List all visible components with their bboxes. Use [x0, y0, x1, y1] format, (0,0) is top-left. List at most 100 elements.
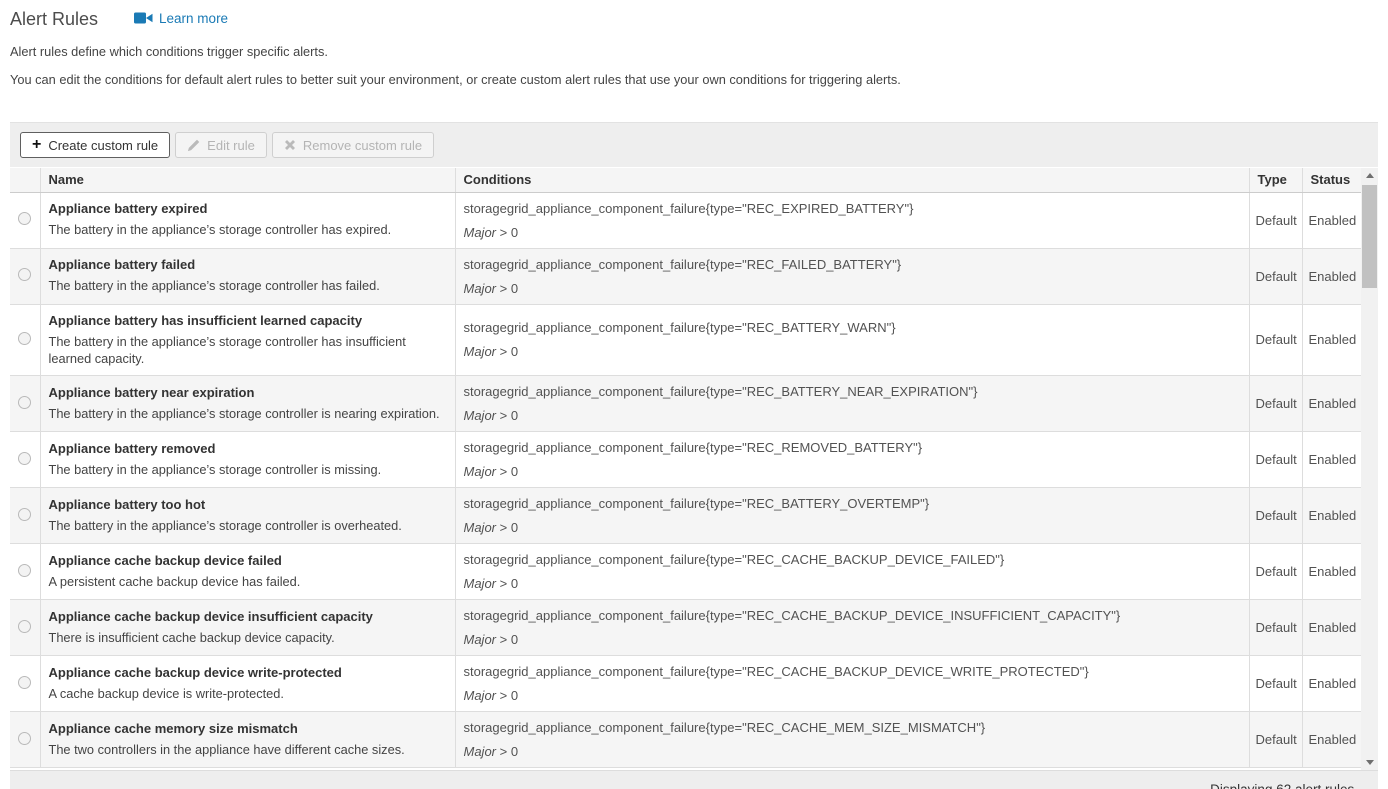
rule-select-radio[interactable]	[18, 507, 32, 521]
rule-name: Appliance cache memory size mismatch	[48, 720, 298, 736]
severity-label: Major	[463, 520, 497, 536]
table-row: Appliance battery too hot The battery in…	[10, 487, 1361, 545]
conditions-cell: storagegrid_appliance_component_failure{…	[455, 599, 1250, 657]
alert-rules-table: Name Conditions Type Status Appliance ba…	[10, 168, 1361, 770]
severity-label: Major	[463, 464, 497, 480]
page-description-1: Alert rules define which conditions trig…	[10, 44, 328, 59]
rule-condition-expression: storagegrid_appliance_component_failure{…	[463, 496, 930, 512]
table-row: Appliance cache backup device failed A p…	[10, 543, 1361, 601]
rule-type: Default	[1249, 711, 1303, 769]
table-scrollbar[interactable]	[1361, 168, 1378, 770]
remove-custom-rule-button[interactable]: Remove custom rule	[271, 132, 435, 158]
rule-condition-expression: storagegrid_appliance_component_failure{…	[463, 608, 1121, 624]
severity-threshold: > 0	[499, 280, 519, 296]
severity-label: Major	[463, 744, 497, 760]
learn-more-label: Learn more	[159, 10, 229, 26]
radio-column-header	[10, 168, 41, 193]
toolbar: + Create custom rule Edit rule Remove cu…	[10, 123, 1378, 167]
rule-name: Appliance battery removed	[48, 440, 216, 456]
rule-select-radio[interactable]	[18, 731, 32, 745]
radio-cell	[10, 192, 41, 249]
rule-name: Appliance cache backup device insufficie…	[48, 608, 373, 624]
severity-label: Major	[463, 224, 497, 240]
radio-cell	[10, 543, 41, 601]
page-description-2: You can edit the conditions for default …	[10, 72, 901, 87]
table-row: Appliance battery near expiration The ba…	[10, 375, 1361, 433]
rule-select-radio[interactable]	[18, 451, 32, 465]
radio-cell	[10, 599, 41, 657]
rule-select-radio[interactable]	[18, 675, 32, 689]
rule-description: The two controllers in the appliance hav…	[48, 741, 405, 757]
rule-select-radio[interactable]	[18, 563, 32, 577]
scroll-up-icon[interactable]	[1361, 168, 1378, 183]
radio-cell	[10, 304, 41, 377]
rule-name: Appliance battery too hot	[48, 496, 206, 512]
rule-select-radio[interactable]	[18, 619, 32, 633]
name-cell: Appliance cache backup device insufficie…	[40, 599, 456, 657]
rule-severity-line: Major > 0	[464, 744, 1241, 759]
scroll-down-icon[interactable]	[1361, 755, 1378, 770]
learn-more-link[interactable]: Learn more	[134, 11, 228, 26]
name-cell: Appliance battery too hot The battery in…	[40, 487, 456, 545]
table-row: Appliance cache memory size mismatch The…	[10, 711, 1361, 769]
rule-description: The battery in the appliance’s storage c…	[48, 278, 380, 294]
rule-status: Enabled	[1302, 543, 1361, 601]
conditions-column-header: Conditions	[455, 168, 1250, 193]
rule-status: Enabled	[1302, 248, 1361, 305]
table-row: Appliance battery expired The battery in…	[10, 192, 1361, 249]
conditions-cell: storagegrid_appliance_component_failure{…	[455, 375, 1250, 433]
conditions-cell: storagegrid_appliance_component_failure{…	[455, 487, 1250, 545]
rule-description: The battery in the appliance’s storage c…	[48, 405, 440, 421]
create-custom-rule-button[interactable]: + Create custom rule	[20, 132, 171, 158]
remove-custom-rule-label: Remove custom rule	[302, 137, 423, 153]
severity-label: Major	[463, 688, 497, 704]
rule-type: Default	[1249, 192, 1303, 249]
rule-name: Appliance battery near expiration	[48, 384, 255, 400]
name-cell: Appliance battery failed The battery in …	[40, 248, 456, 305]
rule-condition-expression: storagegrid_appliance_component_failure{…	[463, 384, 978, 400]
scrollbar-thumb[interactable]	[1362, 185, 1377, 288]
table-header-row: Name Conditions Type Status	[10, 168, 1361, 193]
severity-threshold: > 0	[499, 688, 519, 704]
name-cell: Appliance cache backup device write-prot…	[40, 655, 456, 713]
rule-condition-expression: storagegrid_appliance_component_failure{…	[463, 720, 986, 736]
name-cell: Appliance battery near expiration The ba…	[40, 375, 456, 433]
rule-name: Appliance battery failed	[48, 257, 196, 273]
rule-select-radio[interactable]	[18, 331, 32, 345]
page-header: Alert Rules Learn more Alert rules defin…	[0, 0, 1388, 87]
rule-name: Appliance battery has insufficient learn…	[48, 312, 363, 328]
name-cell: Appliance battery removed The battery in…	[40, 431, 456, 489]
page-title: Alert Rules	[10, 9, 99, 29]
table-row: Appliance battery failed The battery in …	[10, 248, 1361, 305]
radio-cell	[10, 248, 41, 305]
rule-condition-expression: storagegrid_appliance_component_failure{…	[463, 664, 1089, 680]
severity-threshold: > 0	[499, 632, 519, 648]
severity-label: Major	[463, 408, 497, 424]
rule-select-radio[interactable]	[18, 212, 32, 225]
rule-description: A persistent cache backup device has fai…	[48, 573, 301, 589]
plus-icon: +	[32, 136, 42, 153]
rule-description: The battery in the appliance’s storage c…	[48, 333, 406, 366]
conditions-cell: storagegrid_appliance_component_failure{…	[455, 543, 1250, 601]
rule-select-radio[interactable]	[18, 268, 32, 281]
rule-type: Default	[1249, 655, 1303, 713]
rule-status: Enabled	[1302, 655, 1361, 713]
radio-cell	[10, 655, 41, 713]
name-column-header: Name	[40, 168, 456, 193]
severity-threshold: > 0	[499, 344, 519, 360]
severity-threshold: > 0	[499, 408, 519, 424]
radio-cell	[10, 487, 41, 545]
edit-rule-label: Edit rule	[207, 137, 255, 153]
row-count-summary: Displaying 62 alert rules.	[1210, 782, 1358, 789]
rule-condition-expression: storagegrid_appliance_component_failure{…	[463, 440, 923, 456]
conditions-cell: storagegrid_appliance_component_failure{…	[455, 304, 1250, 377]
rule-severity-line: Major > 0	[464, 632, 1241, 647]
rule-status: Enabled	[1302, 375, 1361, 433]
pencil-icon	[188, 139, 200, 151]
table-row: Appliance cache backup device write-prot…	[10, 655, 1361, 713]
conditions-cell: storagegrid_appliance_component_failure{…	[455, 431, 1250, 489]
rule-select-radio[interactable]	[18, 395, 32, 409]
rule-status: Enabled	[1302, 431, 1361, 489]
edit-rule-button[interactable]: Edit rule	[175, 132, 267, 158]
conditions-cell: storagegrid_appliance_component_failure{…	[455, 711, 1250, 769]
